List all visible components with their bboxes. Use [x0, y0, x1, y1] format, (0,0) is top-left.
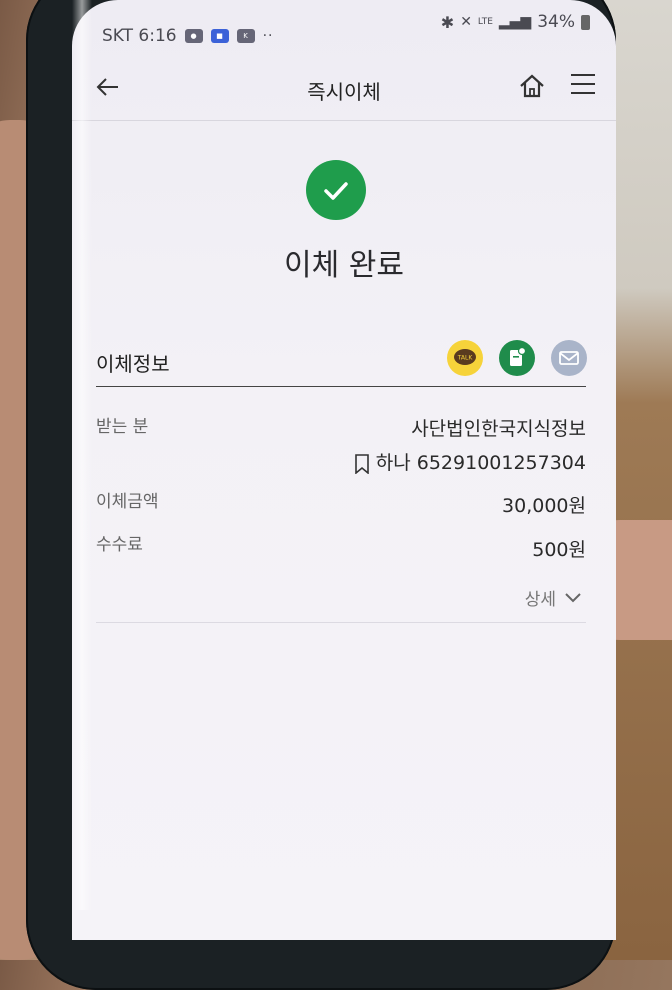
sms-share-button[interactable] — [499, 340, 535, 376]
mail-icon — [559, 351, 579, 365]
kakaotalk-share-button[interactable]: TALK — [447, 340, 483, 376]
mute-icon: ✕ — [460, 14, 472, 30]
kakaotalk-notification-icon: ● — [184, 29, 203, 43]
kakaotalk-share-label: TALK — [457, 355, 474, 362]
status-right: ✱ ✕ LTE ▂▄▆ 34% — [441, 12, 590, 32]
status-left: SKT 6:16 ● ■ K ·· — [102, 26, 274, 46]
battery-percent: 34% — [537, 12, 575, 32]
detail-toggle-button[interactable]: 상세 — [525, 585, 582, 610]
signal-icon: ▂▄▆ — [498, 14, 532, 30]
carrier-time: SKT 6:16 — [102, 26, 177, 46]
bookmark-icon[interactable] — [354, 453, 370, 474]
fee-label: 수수료 — [96, 535, 143, 555]
menu-icon[interactable] — [570, 72, 596, 96]
recipient-name: 사단법인한국지식정보 — [411, 418, 586, 440]
more-notifications-icon: ·· — [262, 28, 274, 44]
section-divider — [96, 622, 586, 623]
bluetooth-icon: ✱ — [440, 12, 455, 32]
recipient-label: 받는 분 — [96, 417, 149, 437]
network-type: LTE — [477, 17, 493, 27]
phone-frame: SKT 6:16 ● ■ K ·· ✱ ✕ LTE ▂▄▆ 34% 즉시이체 이… — [26, 0, 616, 990]
battery-icon — [581, 14, 590, 30]
bank-notification-icon: K — [236, 29, 255, 43]
detail-label: 상세 — [524, 590, 556, 610]
transfer-info-header: 이체정보 TALK — [96, 338, 587, 387]
message-icon — [510, 346, 527, 366]
transfer-info-title: 이체정보 — [96, 352, 170, 376]
email-share-button[interactable] — [551, 340, 587, 376]
fee-value: 500원 — [532, 539, 586, 561]
success-check-icon — [306, 160, 366, 220]
amount-label: 이체금액 — [96, 492, 159, 512]
chevron-down-icon — [565, 592, 581, 602]
amount-value: 30,000원 — [502, 495, 586, 517]
recipient-account-text: 하나 65291001257304 — [375, 452, 586, 474]
recipient-account: 하나 65291001257304 — [354, 448, 586, 475]
transfer-complete-title: 이체 완료 — [284, 248, 404, 283]
phone-screen: SKT 6:16 ● ■ K ·· ✱ ✕ LTE ▂▄▆ 34% 즉시이체 이… — [72, 0, 616, 940]
home-icon[interactable] — [518, 72, 546, 100]
app-header: 즉시이체 — [72, 60, 616, 121]
app-notification-icon: ■ — [210, 29, 229, 43]
screen-glare — [72, 0, 92, 910]
